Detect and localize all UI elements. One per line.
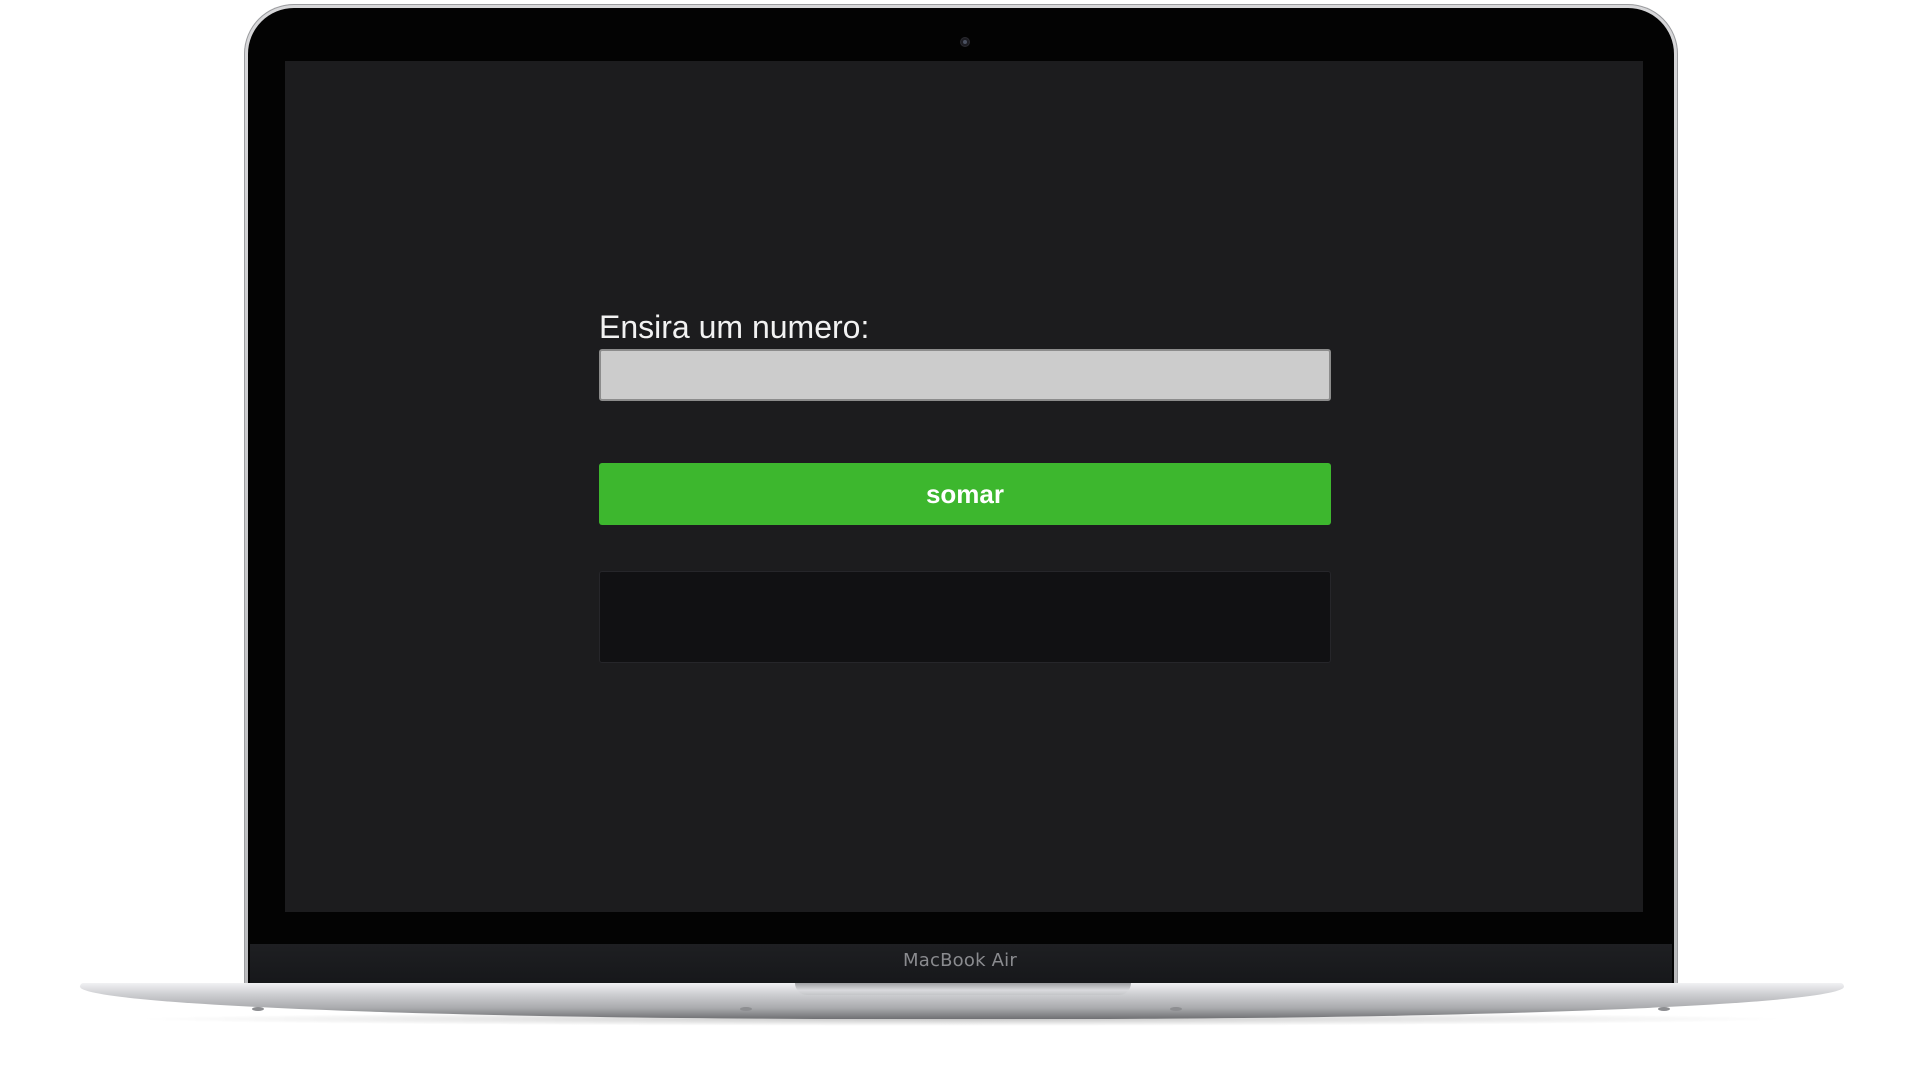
sum-form: Ensira um numero: somar xyxy=(599,309,1331,663)
lid-opening-notch xyxy=(795,983,1131,995)
laptop-mockup: MacBook Air Ensira um numero: somar xyxy=(0,0,1920,1080)
base-foot xyxy=(1658,1007,1670,1011)
base-foot xyxy=(740,1007,752,1011)
base-foot xyxy=(252,1007,264,1011)
camera-lens xyxy=(963,40,967,44)
number-input-label: Ensira um numero: xyxy=(599,309,870,345)
base-foot xyxy=(1170,1007,1182,1011)
sum-button[interactable]: somar xyxy=(599,463,1331,525)
number-input[interactable] xyxy=(599,349,1331,401)
brand-label: MacBook Air xyxy=(903,950,1017,971)
camera-icon xyxy=(961,38,969,46)
app-screen: Ensira um numero: somar xyxy=(285,61,1643,912)
result-output xyxy=(599,571,1331,663)
